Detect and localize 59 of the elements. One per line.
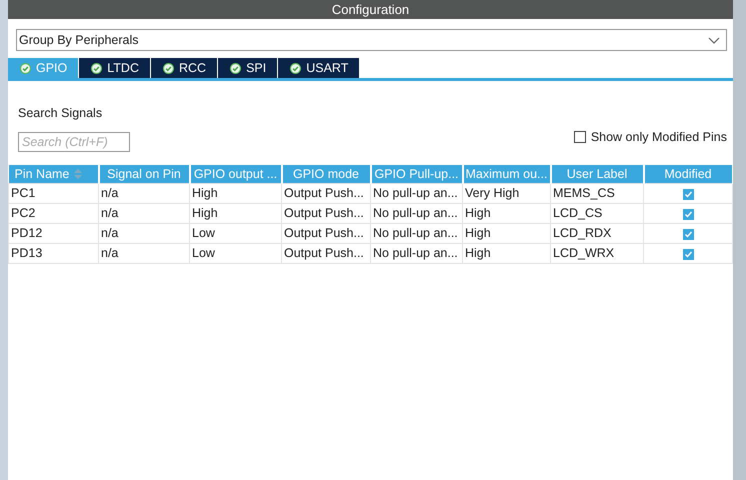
table-cell: Output Push... (282, 224, 370, 244)
checkbox[interactable] (682, 188, 694, 200)
checkbox[interactable] (682, 228, 694, 240)
checkbox-label: Show only Modified Pins (590, 128, 727, 146)
dropdown-value: Group By Peripherals (19, 32, 139, 49)
table-cell: LCD_CS (550, 204, 644, 224)
peripheral-tab[interactable]: LTDC (79, 58, 151, 78)
window-title: Configuration (8, 0, 733, 19)
table-cell: No pull-up an... (370, 224, 462, 244)
column-header[interactable]: User Label (550, 164, 644, 184)
table-cell: No pull-up an... (370, 204, 462, 224)
table-cell: LCD_WRX (550, 244, 644, 264)
table-cell: PD12 (8, 224, 98, 244)
table-cell: High (462, 224, 550, 244)
column-header-label: Pin Name (14, 166, 70, 180)
check-circle-icon (20, 62, 31, 74)
table-cell: n/a (98, 224, 190, 244)
checkbox[interactable] (682, 248, 694, 260)
peripheral-tab[interactable]: USART (278, 58, 360, 78)
column-header[interactable]: Signal on Pin (98, 164, 190, 184)
table-cell: PC2 (8, 204, 98, 224)
table-cell: No pull-up an... (370, 244, 462, 264)
check-circle-icon (162, 62, 174, 74)
column-header[interactable]: Maximum ou... (462, 164, 550, 184)
checkbox[interactable] (574, 131, 586, 144)
peripheral-tab[interactable]: GPIO (8, 58, 80, 78)
table-cell: Low (190, 244, 282, 264)
table-cell: n/a (98, 244, 190, 264)
check-circle-icon (290, 62, 302, 74)
column-header[interactable]: GPIO mode (282, 164, 370, 184)
check-circle-icon (230, 62, 242, 74)
table-cell: n/a (98, 204, 190, 224)
table-cell: PD13 (8, 244, 98, 264)
column-header[interactable]: GPIO output ... (190, 164, 282, 184)
table-cell: PC1 (8, 184, 98, 204)
checkbox[interactable] (682, 208, 694, 220)
table-cell: Output Push... (282, 184, 370, 204)
table-cell: No pull-up an... (370, 184, 462, 204)
chevron-down-icon (708, 36, 720, 44)
column-header[interactable]: GPIO Pull-up... (370, 164, 462, 184)
table-cell: LCD_RDX (550, 224, 644, 244)
table-cell: High (462, 204, 550, 224)
table-cell: MEMS_CS (550, 184, 644, 204)
sort-icon (74, 169, 82, 180)
table-cell: Output Push... (282, 204, 370, 224)
table-cell: High (462, 244, 550, 264)
table-cell: Low (190, 224, 282, 244)
search-label: Search Signals (18, 105, 104, 122)
group-by-dropdown[interactable]: Group By Peripherals (16, 29, 727, 51)
table-cell: High (190, 184, 282, 204)
column-header[interactable]: Modified (644, 164, 732, 184)
table-cell: Output Push... (282, 244, 370, 264)
check-circle-icon (91, 62, 102, 74)
table-cell: n/a (98, 184, 190, 204)
search-field[interactable]: Search (Ctrl+F) (18, 132, 130, 152)
peripheral-tab[interactable]: SPI (218, 58, 278, 78)
table-cell: Very High (462, 184, 550, 204)
table-cell: High (190, 204, 282, 224)
peripheral-tab[interactable]: RCC (150, 58, 218, 78)
